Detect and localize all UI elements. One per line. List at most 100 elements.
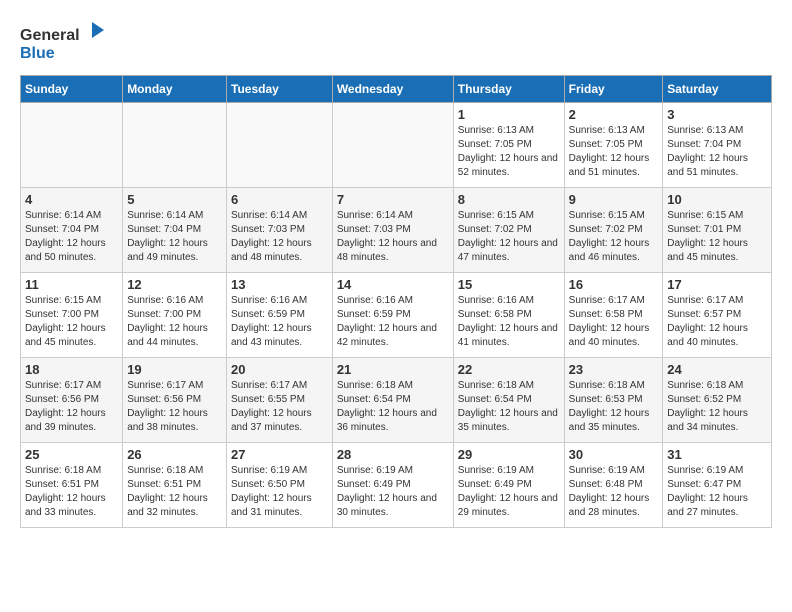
day-number: 21 (337, 362, 449, 377)
calendar-header-tuesday: Tuesday (227, 76, 333, 103)
calendar-cell: 5 Sunrise: 6:14 AM Sunset: 7:04 PM Daylig… (123, 188, 227, 273)
day-number: 17 (667, 277, 767, 292)
calendar-cell: 7 Sunrise: 6:14 AM Sunset: 7:03 PM Daylig… (332, 188, 453, 273)
day-number: 1 (458, 107, 560, 122)
day-info: Sunrise: 6:18 AM Sunset: 6:51 PM Dayligh… (127, 464, 222, 520)
day-info: Sunrise: 6:17 AM Sunset: 6:55 PM Dayligh… (231, 379, 328, 435)
calendar-cell: 1 Sunrise: 6:13 AM Sunset: 7:05 PM Daylig… (453, 103, 564, 188)
day-number: 18 (25, 362, 118, 377)
day-info: Sunrise: 6:19 AM Sunset: 6:50 PM Dayligh… (231, 464, 328, 520)
day-info: Sunrise: 6:18 AM Sunset: 6:51 PM Dayligh… (25, 464, 118, 520)
calendar-cell: 20 Sunrise: 6:17 AM Sunset: 6:55 PM Dayli… (227, 358, 333, 443)
day-number: 5 (127, 192, 222, 207)
calendar-cell: 22Sunrise: 6:18 AM Sunset: 6:54 PM Dayli… (453, 358, 564, 443)
svg-text:Blue: Blue (20, 45, 55, 62)
day-number: 24 (667, 362, 767, 377)
day-info: Sunrise: 6:17 AM Sunset: 6:56 PM Dayligh… (25, 379, 118, 435)
day-info: Sunrise: 6:14 AM Sunset: 7:03 PM Dayligh… (231, 209, 328, 265)
day-number: 13 (231, 277, 328, 292)
day-number: 12 (127, 277, 222, 292)
day-info: Sunrise: 6:18 AM Sunset: 6:54 PM Dayligh… (458, 379, 560, 435)
calendar-header-wednesday: Wednesday (332, 76, 453, 103)
calendar-cell: 26 Sunrise: 6:18 AM Sunset: 6:51 PM Dayli… (123, 443, 227, 528)
day-number: 8 (458, 192, 560, 207)
calendar-cell: 21 Sunrise: 6:18 AM Sunset: 6:54 PM Dayli… (332, 358, 453, 443)
calendar-cell: 8 Sunrise: 6:15 AM Sunset: 7:02 PM Daylig… (453, 188, 564, 273)
calendar-cell: 15 Sunrise: 6:16 AM Sunset: 6:58 PM Dayli… (453, 273, 564, 358)
calendar-header-monday: Monday (123, 76, 227, 103)
calendar-cell: 28 Sunrise: 6:19 AM Sunset: 6:49 PM Dayli… (332, 443, 453, 528)
day-info: Sunrise: 6:18 AM Sunset: 6:52 PM Dayligh… (667, 379, 767, 435)
calendar-cell: 25 Sunrise: 6:18 AM Sunset: 6:51 PM Dayli… (21, 443, 123, 528)
day-number: 25 (25, 447, 118, 462)
day-info: Sunrise: 6:14 AM Sunset: 7:04 PM Dayligh… (25, 209, 118, 265)
calendar-cell: 27Sunrise: 6:19 AM Sunset: 6:50 PM Dayli… (227, 443, 333, 528)
calendar-cell: 16 Sunrise: 6:17 AM Sunset: 6:58 PM Dayli… (564, 273, 663, 358)
day-number: 26 (127, 447, 222, 462)
svg-text:General: General (20, 27, 80, 44)
day-info: Sunrise: 6:15 AM Sunset: 7:00 PM Dayligh… (25, 294, 118, 350)
calendar-cell (332, 103, 453, 188)
day-info: Sunrise: 6:16 AM Sunset: 6:59 PM Dayligh… (337, 294, 449, 350)
day-info: Sunrise: 6:13 AM Sunset: 7:05 PM Dayligh… (569, 124, 659, 180)
calendar-cell: 11 Sunrise: 6:15 AM Sunset: 7:00 PM Dayli… (21, 273, 123, 358)
day-info: Sunrise: 6:15 AM Sunset: 7:01 PM Dayligh… (667, 209, 767, 265)
calendar-cell: 13 Sunrise: 6:16 AM Sunset: 6:59 PM Dayli… (227, 273, 333, 358)
day-info: Sunrise: 6:17 AM Sunset: 6:58 PM Dayligh… (569, 294, 659, 350)
day-info: Sunrise: 6:13 AM Sunset: 7:05 PM Dayligh… (458, 124, 560, 180)
day-number: 30 (569, 447, 659, 462)
day-number: 9 (569, 192, 659, 207)
calendar-cell: 14 Sunrise: 6:16 AM Sunset: 6:59 PM Dayli… (332, 273, 453, 358)
calendar-cell: 10 Sunrise: 6:15 AM Sunset: 7:01 PM Dayli… (663, 188, 772, 273)
calendar-cell (21, 103, 123, 188)
day-number: 16 (569, 277, 659, 292)
calendar-cell: 31 Sunrise: 6:19 AM Sunset: 6:47 PM Dayli… (663, 443, 772, 528)
day-info: Sunrise: 6:16 AM Sunset: 6:58 PM Dayligh… (458, 294, 560, 350)
day-info: Sunrise: 6:13 AM Sunset: 7:04 PM Dayligh… (667, 124, 767, 180)
day-number: 14 (337, 277, 449, 292)
calendar-cell: 29Sunrise: 6:19 AM Sunset: 6:49 PM Dayli… (453, 443, 564, 528)
calendar-cell: 23Sunrise: 6:18 AM Sunset: 6:53 PM Dayli… (564, 358, 663, 443)
calendar-cell: 18 Sunrise: 6:17 AM Sunset: 6:56 PM Dayli… (21, 358, 123, 443)
calendar-week-row: 11 Sunrise: 6:15 AM Sunset: 7:00 PM Dayli… (21, 273, 772, 358)
day-info: Sunrise: 6:19 AM Sunset: 6:48 PM Dayligh… (569, 464, 659, 520)
day-number: 31 (667, 447, 767, 462)
day-info: Sunrise: 6:14 AM Sunset: 7:04 PM Dayligh… (127, 209, 222, 265)
day-info: Sunrise: 6:16 AM Sunset: 6:59 PM Dayligh… (231, 294, 328, 350)
day-info: Sunrise: 6:15 AM Sunset: 7:02 PM Dayligh… (458, 209, 560, 265)
calendar-cell: 4Sunrise: 6:14 AM Sunset: 7:04 PM Daylig… (21, 188, 123, 273)
day-info: Sunrise: 6:19 AM Sunset: 6:49 PM Dayligh… (458, 464, 560, 520)
day-info: Sunrise: 6:15 AM Sunset: 7:02 PM Dayligh… (569, 209, 659, 265)
day-number: 7 (337, 192, 449, 207)
day-info: Sunrise: 6:17 AM Sunset: 6:57 PM Dayligh… (667, 294, 767, 350)
calendar-header-friday: Friday (564, 76, 663, 103)
day-number: 15 (458, 277, 560, 292)
day-number: 10 (667, 192, 767, 207)
day-info: Sunrise: 6:17 AM Sunset: 6:56 PM Dayligh… (127, 379, 222, 435)
calendar-header-sunday: Sunday (21, 76, 123, 103)
day-info: Sunrise: 6:14 AM Sunset: 7:03 PM Dayligh… (337, 209, 449, 265)
calendar-cell: 12Sunrise: 6:16 AM Sunset: 7:00 PM Dayli… (123, 273, 227, 358)
calendar-week-row: 25 Sunrise: 6:18 AM Sunset: 6:51 PM Dayli… (21, 443, 772, 528)
calendar-cell: 24 Sunrise: 6:18 AM Sunset: 6:52 PM Dayli… (663, 358, 772, 443)
day-number: 11 (25, 277, 118, 292)
day-info: Sunrise: 6:18 AM Sunset: 6:54 PM Dayligh… (337, 379, 449, 435)
day-number: 28 (337, 447, 449, 462)
logo-svg: General Blue (20, 20, 110, 65)
calendar-cell (227, 103, 333, 188)
header: General Blue (20, 20, 772, 65)
calendar-cell: 30 Sunrise: 6:19 AM Sunset: 6:48 PM Dayli… (564, 443, 663, 528)
day-info: Sunrise: 6:19 AM Sunset: 6:49 PM Dayligh… (337, 464, 449, 520)
day-info: Sunrise: 6:19 AM Sunset: 6:47 PM Dayligh… (667, 464, 767, 520)
calendar-cell: 17 Sunrise: 6:17 AM Sunset: 6:57 PM Dayli… (663, 273, 772, 358)
calendar-cell (123, 103, 227, 188)
day-info: Sunrise: 6:18 AM Sunset: 6:53 PM Dayligh… (569, 379, 659, 435)
day-number: 3 (667, 107, 767, 122)
calendar-cell: 2 Sunrise: 6:13 AM Sunset: 7:05 PM Daylig… (564, 103, 663, 188)
calendar-cell: 19Sunrise: 6:17 AM Sunset: 6:56 PM Dayli… (123, 358, 227, 443)
calendar-header-saturday: Saturday (663, 76, 772, 103)
calendar-header-row: SundayMondayTuesdayWednesdayThursdayFrid… (21, 76, 772, 103)
day-number: 20 (231, 362, 328, 377)
calendar-cell: 3 Sunrise: 6:13 AM Sunset: 7:04 PM Daylig… (663, 103, 772, 188)
day-number: 2 (569, 107, 659, 122)
